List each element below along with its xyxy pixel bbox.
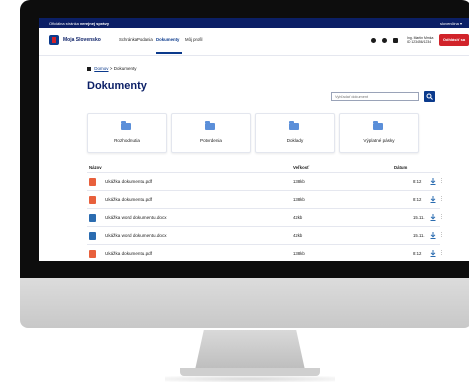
logo[interactable]: [49, 35, 59, 45]
language-selector[interactable]: slovenčina ▾: [440, 21, 462, 26]
file-size: 138kb: [293, 251, 305, 256]
column-header-name[interactable]: Názov: [89, 165, 102, 170]
column-header-size[interactable]: Veľkosť: [293, 165, 309, 170]
download-icon[interactable]: [430, 178, 436, 185]
table-row[interactable]: Ukážka dokumentu.pdf 138kb 8:12 ⋮: [87, 244, 444, 261]
download-icon[interactable]: [430, 196, 436, 203]
breadcrumb-separator: >: [109, 66, 113, 71]
monitor-chin: [20, 278, 469, 328]
file-size: 138kb: [293, 197, 305, 202]
category-card-doklady[interactable]: Doklady: [255, 113, 335, 153]
gov-bar-link[interactable]: verejnej správy: [80, 21, 109, 26]
download-icon[interactable]: [430, 214, 436, 221]
brand-name[interactable]: Moja Slovensko: [63, 37, 101, 43]
file-name[interactable]: Ukážka dokumentu.pdf: [105, 197, 152, 202]
breadcrumb: Domov > Dokumenty: [87, 66, 136, 71]
category-label: Potvrdenia: [200, 138, 222, 143]
file-date: 8:12: [413, 197, 422, 202]
nav-item-podania[interactable]: Podania: [137, 37, 153, 42]
page-title: Dokumenty: [87, 80, 147, 92]
category-card-potvrdenia[interactable]: Potvrdenia: [171, 113, 251, 153]
monitor-stand: [195, 330, 305, 370]
table-row[interactable]: Ukážka word dokumentu.docx 42kb 15.11. ⋮: [87, 208, 444, 227]
bell-icon[interactable]: [393, 38, 398, 43]
file-name[interactable]: Ukážka dokumentu.pdf: [105, 251, 152, 256]
screen: Oficiálna stránka verejnej správy sloven…: [39, 18, 469, 261]
file-size: 42kb: [293, 215, 303, 220]
table-row[interactable]: Ukážka dokumentu.pdf 138kb 8:12 ⋮: [87, 172, 444, 191]
user-id: ID 123456/1234: [407, 40, 432, 44]
home-icon[interactable]: [87, 66, 91, 71]
more-options-icon[interactable]: ⋮: [439, 214, 444, 220]
top-navbar: Moja Slovensko Schránka Podania Dokument…: [39, 28, 469, 56]
imac-monitor: Oficiálna stránka verejnej správy sloven…: [20, 0, 469, 330]
gov-bar: Oficiálna stránka verejnej správy sloven…: [39, 18, 469, 28]
folder-icon: [289, 121, 299, 130]
more-options-icon[interactable]: ⋮: [439, 250, 444, 256]
gov-bar-text: Oficiálna stránka verejnej správy: [49, 21, 110, 26]
folder-icon: [121, 121, 131, 130]
table-row[interactable]: Ukážka dokumentu.pdf 138kb 8:12 ⋮: [87, 190, 444, 209]
nav-item-profil[interactable]: Môj profil: [185, 37, 202, 42]
word-file-icon: [89, 214, 96, 222]
word-file-icon: [89, 232, 96, 240]
stand-shadow: [165, 376, 335, 382]
nav-item-dokumenty[interactable]: Dokumenty: [156, 37, 179, 42]
user-name[interactable]: Ing. Martin Mrnka ID 123456/1234: [407, 36, 433, 44]
file-size: 138kb: [293, 179, 305, 184]
search-icon: [426, 93, 433, 100]
breadcrumb-current: Dokumenty: [113, 66, 137, 71]
category-label: Doklady: [286, 138, 304, 143]
nav-item-schranka[interactable]: Schránka: [119, 37, 137, 42]
category-card-vyplatne-pasky[interactable]: Výplatné pásky: [339, 113, 419, 153]
search-input[interactable]: [331, 92, 419, 101]
pdf-file-icon: [89, 178, 96, 186]
download-icon[interactable]: [430, 250, 436, 257]
active-tab-indicator: [156, 52, 182, 54]
folder-icon: [205, 121, 215, 130]
more-options-icon[interactable]: ⋮: [439, 196, 444, 202]
more-options-icon[interactable]: ⋮: [439, 232, 444, 238]
column-header-date[interactable]: Dátum: [394, 165, 407, 170]
file-name[interactable]: Ukážka dokumentu.pdf: [105, 179, 152, 184]
file-name[interactable]: Ukážka word dokumentu.docx: [105, 215, 167, 220]
table-row[interactable]: Ukážka word dokumentu.docx 42kb 15.11. ⋮: [87, 226, 444, 245]
file-name[interactable]: Ukážka word dokumentu.docx: [105, 233, 167, 238]
file-date: 15.11.: [413, 233, 425, 238]
category-card-rozhodnutia[interactable]: Rozhodnutia: [87, 113, 167, 153]
file-size: 42kb: [293, 233, 303, 238]
file-date: 8:12: [413, 179, 422, 184]
breadcrumb-home[interactable]: Domov: [94, 66, 108, 71]
pdf-file-icon: [89, 196, 96, 204]
category-label: Rozhodnutia: [114, 138, 140, 143]
file-date: 8:12: [413, 251, 422, 256]
monitor-stand-base: [180, 368, 320, 376]
more-options-icon[interactable]: ⋮: [439, 178, 444, 184]
help-icon[interactable]: [382, 38, 387, 43]
pdf-file-icon: [89, 250, 96, 258]
folder-icon: [373, 121, 383, 130]
logout-button[interactable]: Odhlásiť sa: [439, 34, 469, 46]
settings-icon[interactable]: [371, 38, 376, 43]
file-date: 15.11.: [413, 215, 425, 220]
download-icon[interactable]: [430, 232, 436, 239]
search-button[interactable]: [424, 91, 435, 102]
category-label: Výplatné pásky: [363, 138, 395, 143]
